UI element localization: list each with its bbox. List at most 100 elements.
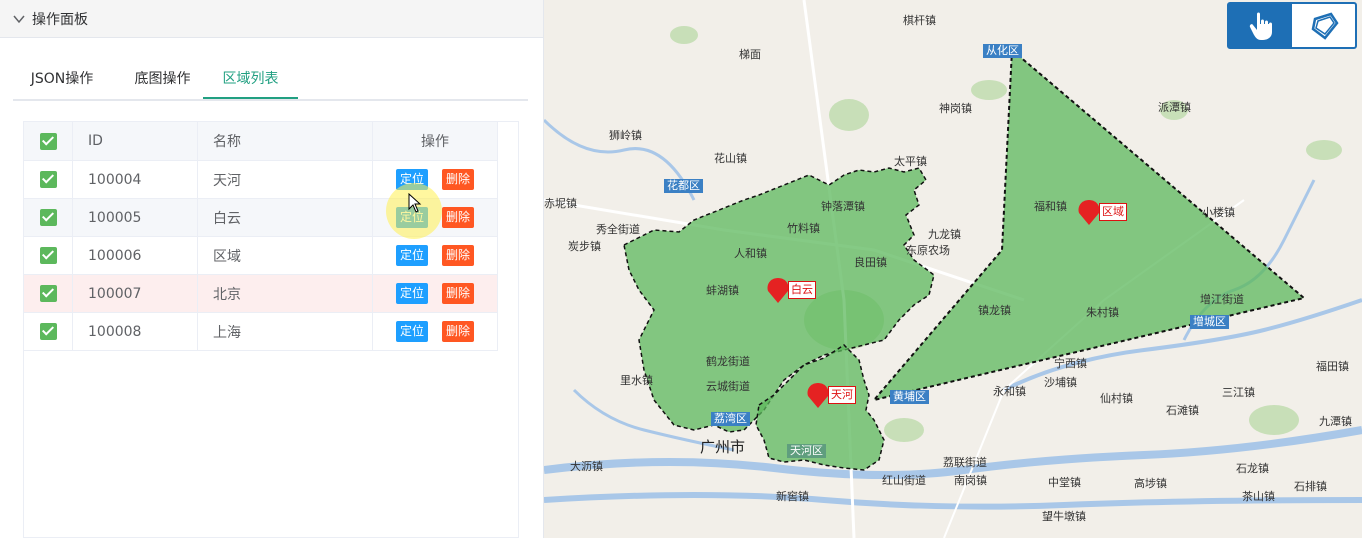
map-label: 红山街道 bbox=[882, 474, 926, 487]
map-label: 花山镇 bbox=[714, 152, 747, 165]
map-label: 钟落潭镇 bbox=[821, 200, 865, 213]
map-label: 高埗镇 bbox=[1134, 477, 1167, 490]
table-header: ID 名称 操作 bbox=[24, 122, 498, 161]
panel-title: 操作面板 bbox=[32, 11, 88, 28]
row-checkbox[interactable] bbox=[39, 247, 57, 264]
map-canvas[interactable]: 棋杆镇 梯面 从化区 神岗镇 派潭镇 狮岭镇 花山镇 太平镇 花都区 赤坭镇 秀… bbox=[544, 0, 1362, 538]
map-label: 云城街道 bbox=[706, 380, 750, 393]
row-checkbox[interactable] bbox=[39, 285, 57, 302]
district-label: 荔湾区 bbox=[711, 412, 750, 426]
row-name: 天河 bbox=[198, 161, 373, 198]
map-label: 小楼镇 bbox=[1202, 206, 1235, 219]
map-label: 沙埔镇 bbox=[1044, 376, 1077, 389]
map-label: 东原农场 bbox=[906, 244, 950, 257]
map-label: 梯面 bbox=[739, 48, 761, 61]
district-label: 黄埔区 bbox=[890, 390, 929, 404]
map-label: 大沥镇 bbox=[570, 460, 603, 473]
tab-bar: JSON操作 底图操作 区域列表 bbox=[13, 59, 528, 101]
map-label: 望牛墩镇 bbox=[1042, 510, 1086, 523]
district-label: 增城区 bbox=[1190, 315, 1229, 329]
map-label: 石滩镇 bbox=[1166, 404, 1199, 417]
map-label: 石排镇 bbox=[1294, 480, 1327, 493]
select-all-checkbox[interactable] bbox=[39, 132, 57, 150]
header-id: ID bbox=[73, 122, 198, 160]
map-label: 镇龙镇 bbox=[978, 304, 1011, 317]
map-label: 派潭镇 bbox=[1158, 101, 1191, 114]
row-name: 北京 bbox=[198, 275, 373, 312]
delete-button[interactable]: 删除 bbox=[442, 321, 475, 342]
region-marker-label[interactable]: 白云 bbox=[788, 281, 816, 299]
district-label: 花都区 bbox=[664, 179, 703, 193]
row-checkbox[interactable] bbox=[39, 171, 57, 188]
row-id: 100005 bbox=[73, 199, 198, 236]
tab-region-list[interactable]: 区域列表 bbox=[203, 59, 298, 99]
locate-button[interactable]: 定位 bbox=[395, 169, 428, 190]
district-label: 天河区 bbox=[787, 444, 826, 458]
tab-basemap[interactable]: 底图操作 bbox=[125, 59, 200, 99]
delete-button[interactable]: 删除 bbox=[442, 207, 475, 228]
row-id: 100006 bbox=[73, 237, 198, 274]
polygon-tool-button[interactable] bbox=[1292, 4, 1355, 47]
operation-panel: 操作面板 JSON操作 底图操作 区域列表 ID 名称 操作 100004 天河… bbox=[0, 0, 544, 538]
chevron-down-icon bbox=[13, 15, 25, 23]
table-row: 100006 区域 定位 删除 bbox=[24, 237, 498, 275]
table-row: 100008 上海 定位 删除 bbox=[24, 313, 498, 351]
map-label: 九龙镇 bbox=[928, 228, 961, 241]
map-label: 永和镇 bbox=[993, 385, 1026, 398]
map-label: 太平镇 bbox=[894, 155, 927, 168]
map-label: 茶山镇 bbox=[1242, 490, 1275, 503]
map-draw-toolbar bbox=[1227, 2, 1357, 49]
delete-button[interactable]: 删除 bbox=[442, 245, 475, 266]
locate-button[interactable]: 定位 bbox=[395, 207, 428, 228]
map-label: 人和镇 bbox=[734, 247, 767, 260]
hand-pointer-icon bbox=[1249, 12, 1272, 40]
row-checkbox[interactable] bbox=[39, 323, 57, 340]
polygon-draw-icon bbox=[1311, 12, 1339, 40]
map-label: 棋杆镇 bbox=[903, 14, 936, 27]
map-label: 狮岭镇 bbox=[609, 129, 642, 142]
map-label: 福田镇 bbox=[1316, 360, 1349, 373]
row-checkbox[interactable] bbox=[39, 209, 57, 226]
map-label: 秀全街道 bbox=[596, 223, 640, 236]
tab-json[interactable]: JSON操作 bbox=[27, 59, 97, 99]
delete-button[interactable]: 删除 bbox=[442, 169, 475, 190]
map-label: 中堂镇 bbox=[1048, 476, 1081, 489]
map-label: 福和镇 bbox=[1034, 200, 1067, 213]
map-label: 赤坭镇 bbox=[544, 197, 577, 210]
pointer-tool-button[interactable] bbox=[1229, 4, 1292, 47]
region-table: ID 名称 操作 100004 天河 定位 删除 100005 白云 定位 删除… bbox=[23, 121, 519, 538]
map-label: 炭步镇 bbox=[568, 240, 601, 253]
locate-button[interactable]: 定位 bbox=[395, 321, 428, 342]
row-id: 100008 bbox=[73, 313, 198, 350]
table-row: 100005 白云 定位 删除 bbox=[24, 199, 498, 237]
header-name: 名称 bbox=[198, 122, 373, 160]
tab-active-indicator bbox=[203, 97, 298, 99]
table-row: 100004 天河 定位 删除 bbox=[24, 161, 498, 199]
locate-button[interactable]: 定位 bbox=[395, 245, 428, 266]
panel-header[interactable]: 操作面板 bbox=[0, 0, 543, 38]
map-label: 增江街道 bbox=[1200, 293, 1244, 306]
map-label: 宁西镇 bbox=[1054, 357, 1087, 370]
map-label: 南岗镇 bbox=[954, 474, 987, 487]
map-label: 鹤龙街道 bbox=[706, 355, 750, 368]
map-label: 朱村镇 bbox=[1086, 306, 1119, 319]
map-label: 蚌湖镇 bbox=[706, 284, 739, 297]
map-label: 仙村镇 bbox=[1100, 392, 1133, 405]
header-op: 操作 bbox=[373, 122, 498, 160]
map-label: 三江镇 bbox=[1222, 386, 1255, 399]
locate-button[interactable]: 定位 bbox=[395, 283, 428, 304]
delete-button[interactable]: 删除 bbox=[442, 283, 475, 304]
map-label: 九潭镇 bbox=[1319, 415, 1352, 428]
map-label: 新窖镇 bbox=[776, 490, 809, 503]
region-marker-label[interactable]: 天河 bbox=[828, 386, 856, 404]
map-label: 石龙镇 bbox=[1236, 462, 1269, 475]
region-marker-label[interactable]: 区域 bbox=[1099, 203, 1127, 221]
map-label: 里水镇 bbox=[620, 374, 653, 387]
row-id: 100007 bbox=[73, 275, 198, 312]
map-label: 荔联街道 bbox=[943, 456, 987, 469]
row-name: 上海 bbox=[198, 313, 373, 350]
district-label: 从化区 bbox=[983, 44, 1022, 58]
row-name: 白云 bbox=[198, 199, 373, 236]
map-label: 神岗镇 bbox=[939, 102, 972, 115]
table-row: 100007 北京 定位 删除 bbox=[24, 275, 498, 313]
